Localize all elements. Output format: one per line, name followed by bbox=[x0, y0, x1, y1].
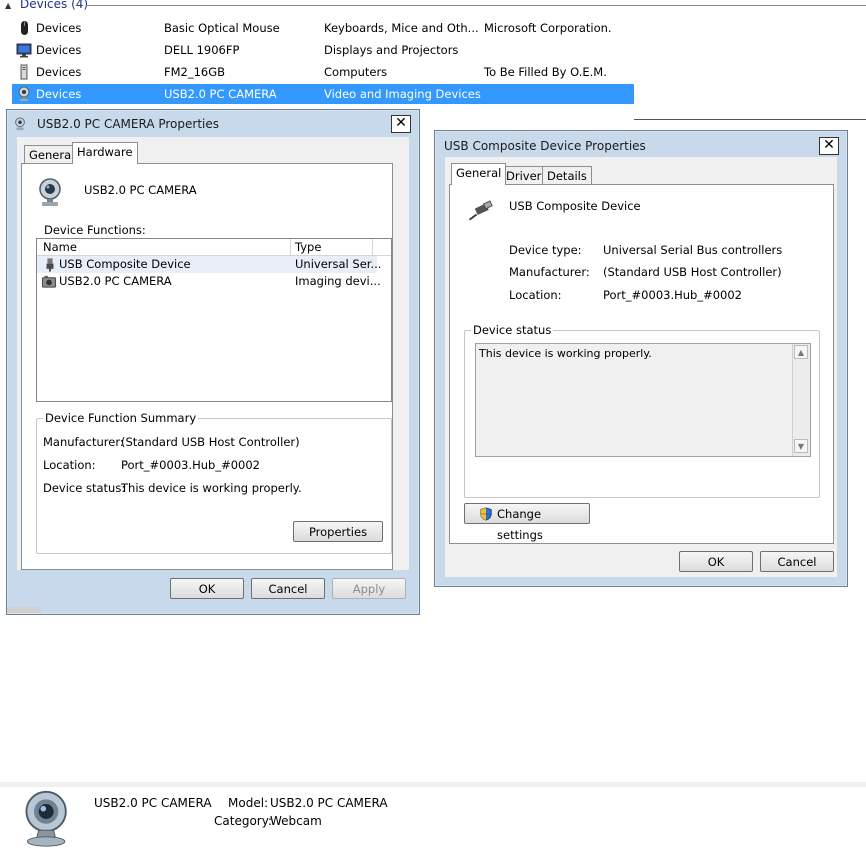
close-button[interactable]: ✕ bbox=[819, 137, 839, 155]
resize-grip[interactable] bbox=[7, 607, 41, 613]
device-col-model: USB2.0 PC CAMERA bbox=[164, 87, 277, 101]
webcam-icon bbox=[18, 86, 30, 101]
device-name: USB Composite Device bbox=[509, 199, 641, 213]
dialog-client: General Hardware USB2.0 PC CAMERA Device… bbox=[17, 137, 409, 570]
usb-composite-properties-dialog: USB Composite Device Properties ✕ Genera… bbox=[434, 130, 848, 587]
tab-driver[interactable]: Driver bbox=[501, 166, 547, 185]
device-name: USB2.0 PC CAMERA bbox=[84, 183, 197, 197]
dialog-title: USB Composite Device Properties bbox=[444, 139, 646, 153]
devices-group-header[interactable]: ▲ Devices (4) bbox=[0, 0, 866, 12]
category-value: Webcam bbox=[270, 814, 322, 828]
change-settings-label: Change settings bbox=[497, 507, 543, 542]
location-label: Location: bbox=[43, 458, 96, 472]
device-status-value: This device is working properly. bbox=[121, 481, 302, 495]
device-functions-list[interactable]: Name Type USB Composite Device Universal… bbox=[36, 238, 392, 402]
column-header-name[interactable]: Name bbox=[43, 240, 77, 254]
column-separator bbox=[372, 239, 373, 255]
manufacturer-value: (Standard USB Host Controller) bbox=[603, 265, 782, 279]
tab-general[interactable]: General bbox=[451, 163, 507, 185]
device-col-name: Devices bbox=[36, 65, 82, 79]
model-value: USB2.0 PC CAMERA bbox=[270, 796, 388, 810]
uac-shield-icon bbox=[480, 507, 492, 521]
usb-plug-icon bbox=[46, 258, 54, 272]
list-item-name: USB Composite Device bbox=[59, 257, 191, 271]
device-function-summary: Device Function Summary Manufacturer: (S… bbox=[36, 411, 392, 554]
column-separator bbox=[290, 239, 291, 255]
device-col-category: Video and Imaging Devices bbox=[324, 87, 481, 101]
tower-pc-icon bbox=[20, 64, 28, 80]
monitor-icon bbox=[16, 43, 32, 58]
device-type-value: Universal Serial Bus controllers bbox=[603, 243, 783, 257]
location-label: Location: bbox=[509, 288, 562, 302]
device-col-model: FM2_16GB bbox=[164, 65, 226, 79]
details-pane: USB2.0 PC CAMERA Model: USB2.0 PC CAMERA… bbox=[0, 782, 866, 855]
webcam-icon bbox=[15, 117, 25, 131]
dialog-client: General Driver Details USB Composite Dev… bbox=[445, 157, 837, 577]
device-status-textbox[interactable]: This device is working properly. ▲ ▼ bbox=[475, 343, 811, 457]
summary-title: Device Function Summary bbox=[43, 411, 199, 425]
device-col-manufacturer: To Be Filled By O.E.M. bbox=[484, 65, 607, 79]
usb-cable-icon bbox=[468, 200, 493, 221]
device-row-monitor[interactable]: Devices DELL 1906FP Displays and Project… bbox=[12, 40, 634, 60]
close-button[interactable]: ✕ bbox=[391, 115, 411, 133]
list-item-type: Imaging devi... bbox=[295, 274, 381, 288]
list-item[interactable]: USB2.0 PC CAMERA Imaging devi... bbox=[37, 273, 381, 290]
device-col-category: Computers bbox=[324, 65, 388, 79]
device-functions-label: Device Functions: bbox=[44, 223, 146, 237]
manufacturer-label: Manufacturer: bbox=[43, 435, 124, 449]
scroll-down-arrow-icon[interactable]: ▼ bbox=[794, 439, 808, 453]
camera-icon bbox=[41, 275, 57, 288]
category-label: Category: bbox=[214, 814, 272, 828]
tab-details[interactable]: Details bbox=[542, 166, 592, 185]
collapse-triangle-icon[interactable]: ▲ bbox=[5, 1, 11, 10]
location-value: Port_#0003.Hub_#0002 bbox=[603, 288, 742, 302]
camera-properties-dialog: USB2.0 PC CAMERA Properties ✕ General Ha… bbox=[6, 109, 420, 615]
ok-button[interactable]: OK bbox=[170, 578, 244, 599]
list-item[interactable]: USB Composite Device Universal Ser... bbox=[37, 256, 381, 273]
device-status-group: Device status This device is working pro… bbox=[464, 323, 820, 498]
device-type-label: Device type: bbox=[509, 243, 582, 257]
device-col-name: Devices bbox=[36, 87, 82, 101]
tab-hardware[interactable]: Hardware bbox=[72, 142, 138, 164]
device-col-model: Basic Optical Mouse bbox=[164, 21, 280, 35]
vertical-scrollbar[interactable]: ▲ ▼ bbox=[792, 344, 810, 456]
ok-button[interactable]: OK bbox=[679, 551, 753, 572]
cancel-button[interactable]: Cancel bbox=[760, 551, 834, 572]
properties-button[interactable]: Properties bbox=[293, 521, 383, 542]
device-col-name: Devices bbox=[36, 43, 82, 57]
model-label: Model: bbox=[228, 796, 269, 810]
device-row-computer[interactable]: Devices FM2_16GB Computers To Be Filled … bbox=[12, 62, 634, 82]
list-item-name: USB2.0 PC CAMERA bbox=[59, 274, 172, 288]
scroll-up-arrow-icon[interactable]: ▲ bbox=[794, 345, 808, 359]
group-divider bbox=[86, 5, 866, 6]
device-col-model: DELL 1906FP bbox=[164, 43, 240, 57]
location-value: Port_#0003.Hub_#0002 bbox=[121, 458, 260, 472]
webcam-icon bbox=[39, 178, 61, 206]
manufacturer-label: Manufacturer: bbox=[509, 265, 590, 279]
details-device-name: USB2.0 PC CAMERA bbox=[94, 796, 212, 810]
device-row-webcam[interactable]: Devices USB2.0 PC CAMERA Video and Imagi… bbox=[12, 84, 634, 104]
list-header: Name Type bbox=[37, 239, 391, 256]
column-header-type[interactable]: Type bbox=[295, 240, 321, 254]
dialog-title: USB2.0 PC CAMERA Properties bbox=[37, 117, 220, 131]
general-tab-pane: USB Composite Device Device type: Univer… bbox=[449, 184, 834, 544]
manufacturer-value: (Standard USB Host Controller) bbox=[121, 435, 300, 449]
device-status-text: This device is working properly. bbox=[479, 347, 652, 360]
device-col-manufacturer: Microsoft Corporation. bbox=[484, 21, 612, 35]
apply-button[interactable]: Apply bbox=[332, 578, 406, 599]
device-row-mouse[interactable]: Devices Basic Optical Mouse Keyboards, M… bbox=[12, 18, 634, 38]
hardware-tab-pane: USB2.0 PC CAMERA Device Functions: Name … bbox=[21, 163, 393, 570]
change-settings-button[interactable]: Change settings bbox=[464, 503, 590, 542]
device-status-label: Device status: bbox=[43, 481, 126, 495]
webcam-icon bbox=[25, 790, 67, 847]
mouse-icon bbox=[21, 21, 28, 35]
device-status-title: Device status bbox=[471, 323, 554, 337]
device-col-category: Keyboards, Mice and Oth... bbox=[324, 21, 479, 35]
list-item-type: Universal Ser... bbox=[295, 257, 382, 271]
device-col-category: Displays and Projectors bbox=[324, 43, 459, 57]
device-col-name: Devices bbox=[36, 21, 82, 35]
cancel-button[interactable]: Cancel bbox=[251, 578, 325, 599]
pane-divider bbox=[634, 119, 866, 120]
group-title: Devices (4) bbox=[20, 0, 89, 11]
